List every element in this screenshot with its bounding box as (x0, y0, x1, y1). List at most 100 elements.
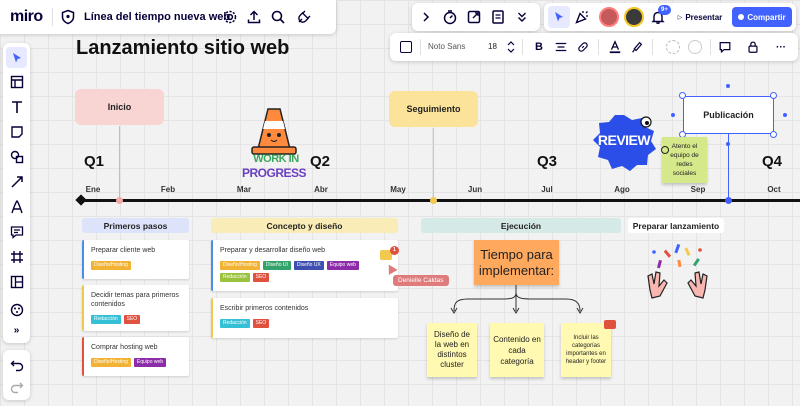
connector-icon[interactable] (8, 173, 25, 190)
timer-icon[interactable] (442, 9, 458, 25)
celebrate-icon[interactable] (574, 9, 590, 25)
stage-seguimiento[interactable]: Seguimiento (389, 91, 478, 127)
text-color-icon[interactable] (608, 39, 622, 55)
share-button[interactable]: Compartir (732, 7, 792, 27)
card-tag[interactable]: Redacción (91, 315, 121, 324)
font-size-stepper-icon[interactable] (506, 39, 516, 55)
card-tag[interactable]: Diseño UX (293, 261, 324, 270)
selection-handle[interactable] (770, 92, 777, 99)
card-title: Comprar hosting web (91, 344, 158, 351)
timeline-axis (80, 199, 800, 202)
task-card[interactable]: Escribir primeros contenidos Redacción S… (211, 298, 398, 338)
card-tag[interactable]: Diseño/Hosting (91, 261, 131, 270)
sticky-note-social[interactable]: Atento el equipo de redes sociales (662, 137, 707, 183)
select-tool-icon[interactable] (6, 47, 27, 68)
shapes-icon[interactable] (8, 148, 25, 165)
work-in-progress-sticker[interactable]: WORK IN PROGRESS (240, 105, 308, 180)
connection-dot[interactable] (726, 84, 730, 88)
connection-dot[interactable] (671, 113, 675, 117)
card-tag[interactable]: Equipo web (133, 358, 167, 367)
sticky-note[interactable]: Diseño de la web en distintos cluster (427, 323, 477, 377)
month-label: Jun (467, 185, 483, 194)
column-header[interactable]: Preparar lanzamiento (628, 218, 724, 233)
redo-icon[interactable] (8, 378, 25, 395)
settings-icon[interactable] (222, 9, 238, 25)
card-tag[interactable]: Equipo web (326, 261, 359, 270)
column-header[interactable]: Primeros pasos (82, 218, 189, 233)
stage-publicacion[interactable]: Publicación (683, 96, 774, 134)
undo-icon[interactable] (8, 356, 25, 373)
card-tag[interactable]: Redacción (220, 273, 250, 282)
review-sticker[interactable]: REVIEW (590, 112, 658, 172)
board-title[interactable]: Lanzamiento sitio web (76, 37, 289, 60)
present-button[interactable]: ▷ Presentar (674, 8, 726, 26)
frame-icon[interactable] (8, 248, 25, 265)
search-icon[interactable] (270, 9, 286, 25)
quarter-label: Q3 (537, 153, 558, 170)
export-frame-icon[interactable] (466, 9, 482, 25)
connection-dot[interactable] (783, 113, 787, 117)
chevron-right-icon[interactable] (418, 9, 434, 25)
upload-icon[interactable] (246, 9, 262, 25)
card-tag[interactable]: Redacción (220, 319, 250, 328)
align-icon[interactable] (554, 40, 568, 54)
timeline-milestone (116, 197, 123, 204)
card-tag[interactable]: Diseño/Hosting (220, 261, 260, 270)
bold-icon[interactable]: B (532, 40, 546, 54)
task-card[interactable]: Decidir temas para primeros contenidos R… (82, 285, 189, 331)
shield-icon[interactable] (60, 9, 76, 25)
card-tag[interactable]: Diseño/Hosting (91, 358, 131, 367)
apps-icon[interactable] (8, 301, 25, 318)
text-tool-icon[interactable] (8, 98, 25, 115)
task-card[interactable]: Comprar hosting web Diseño/Hosting Equip… (82, 337, 189, 376)
notification-badge: 9+ (658, 5, 671, 15)
sticky-note[interactable]: Contenido en cada categoría (490, 323, 544, 377)
more-horizontal-icon[interactable]: ··· (774, 40, 788, 54)
more-chevron-icon[interactable] (514, 9, 530, 25)
plugin-icon[interactable] (296, 9, 312, 25)
divider (52, 8, 53, 26)
comment-tool-icon[interactable] (8, 223, 25, 240)
column-header[interactable]: Concepto y diseño (211, 218, 398, 233)
cursor-select-icon[interactable] (548, 6, 570, 28)
comment-icon[interactable] (718, 40, 732, 54)
lock-icon[interactable] (746, 40, 760, 54)
stage-connector (119, 126, 120, 200)
selection-handle[interactable] (770, 131, 777, 138)
stage-inicio[interactable]: Inicio (75, 89, 164, 125)
notes-icon[interactable] (490, 9, 506, 25)
card-tag[interactable]: SEO (123, 315, 141, 324)
card-tag[interactable]: SEO (252, 319, 270, 328)
task-card[interactable]: Preparar cliente web Diseño/Hosting (82, 240, 189, 279)
comment-badge-icon[interactable] (604, 320, 616, 329)
pen-icon[interactable] (8, 198, 25, 215)
connection-dot[interactable] (726, 142, 730, 146)
link-icon[interactable] (576, 40, 590, 54)
sticky-note[interactable]: Incluir las categorías importantes en he… (561, 323, 611, 377)
task-card[interactable]: Preparar y desarrollar diseño web Diseño… (211, 240, 398, 291)
kanban-icon[interactable] (8, 273, 25, 290)
sticky-text: Atento el equipo de redes sociales (670, 143, 699, 177)
card-tag[interactable]: Diseño UI (262, 261, 291, 270)
fill-color-icon[interactable] (688, 40, 702, 54)
font-family-select[interactable]: Noto Sans (428, 42, 465, 51)
sticky-note-main[interactable]: Tiempo para implementar: (474, 240, 559, 285)
card-tag[interactable]: SEO (252, 273, 270, 282)
top-bar-tools (412, 3, 540, 31)
column-header[interactable]: Ejecución (421, 218, 621, 233)
highlight-icon[interactable] (630, 39, 644, 55)
templates-icon[interactable] (8, 73, 25, 90)
border-style-icon[interactable] (666, 40, 680, 54)
avatar[interactable] (624, 7, 644, 27)
checkbox-shape[interactable] (400, 41, 412, 53)
column-title: Primeros pasos (103, 220, 168, 231)
miro-logo[interactable]: miro (10, 8, 43, 26)
sticky-note-icon[interactable] (8, 123, 25, 140)
board-name[interactable]: Línea del tiempo nueva web (84, 11, 230, 23)
column-title: Preparar lanzamiento (632, 220, 720, 231)
font-size-input[interactable]: 18 (488, 42, 497, 51)
quarter-label: Q2 (310, 153, 331, 170)
selection-handle[interactable] (679, 92, 686, 99)
avatar[interactable] (599, 7, 619, 27)
expand-tools-icon[interactable]: » (8, 323, 25, 337)
